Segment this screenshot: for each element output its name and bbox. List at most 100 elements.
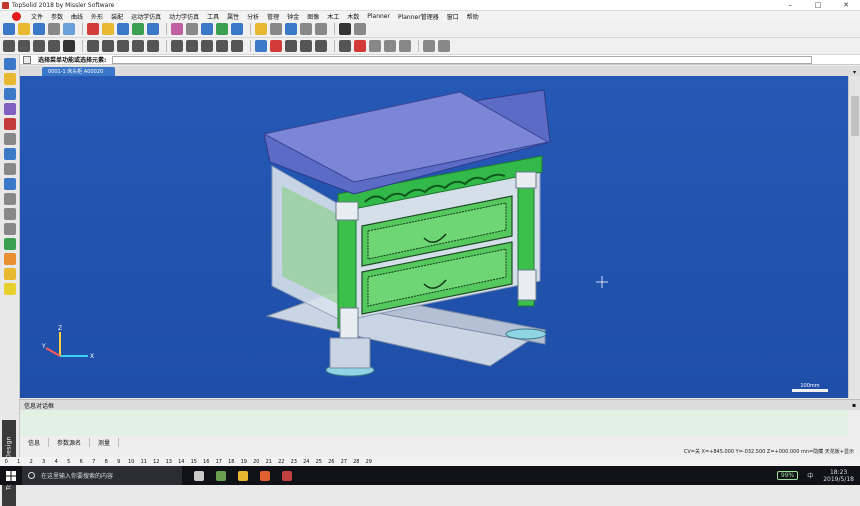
side-tool-icon[interactable] [3, 58, 16, 70]
drawing-tool-icon[interactable] [33, 40, 45, 52]
drawing-tool-icon[interactable] [132, 40, 144, 52]
battery-indicator[interactable]: 99% [776, 471, 799, 480]
taskbar-app-icon[interactable] [254, 466, 276, 485]
drawing-tool-icon[interactable] [384, 40, 396, 52]
maximize-button[interactable]: □ [804, 1, 832, 9]
drawing-tool-icon[interactable] [63, 40, 75, 52]
side-tool-icon[interactable] [3, 283, 16, 295]
layer-number[interactable]: 13 [163, 459, 176, 465]
menu-item[interactable]: Planner管理器 [394, 12, 443, 21]
side-tool-icon[interactable] [3, 88, 16, 100]
toolbar-tool-icon[interactable] [231, 23, 243, 35]
layer-number[interactable]: 6 [75, 459, 88, 465]
side-tool-icon[interactable] [3, 253, 16, 265]
toolbar-tool-icon[interactable] [87, 23, 99, 35]
layer-number[interactable]: 29 [363, 459, 376, 465]
layer-number[interactable]: 1 [13, 459, 26, 465]
tab-dropdown-icon[interactable]: ▾ [853, 69, 860, 76]
layer-number[interactable]: 9 [113, 459, 126, 465]
toolbar-tool-icon[interactable] [270, 23, 282, 35]
toolbar-tool-icon[interactable] [216, 23, 228, 35]
menu-item[interactable]: 木工 [323, 12, 343, 21]
drawing-tool-icon[interactable] [186, 40, 198, 52]
drawing-tool-icon[interactable] [300, 40, 312, 52]
layer-number[interactable]: 18 [225, 459, 238, 465]
side-tool-icon[interactable] [3, 223, 16, 235]
drawing-tool-icon[interactable] [315, 40, 327, 52]
menu-item[interactable]: Planner [363, 13, 394, 20]
drawing-tool-icon[interactable] [216, 40, 228, 52]
layer-number[interactable]: 27 [338, 459, 351, 465]
toolbar-tool-icon[interactable] [186, 23, 198, 35]
toolbar-tool-icon[interactable] [102, 23, 114, 35]
layer-number[interactable]: 25 [313, 459, 326, 465]
minimize-button[interactable]: – [776, 1, 804, 9]
drawing-tool-icon[interactable] [147, 40, 159, 52]
drawing-tool-icon[interactable] [255, 40, 267, 52]
menu-item[interactable]: 管理 [263, 12, 283, 21]
toolbar-tool-icon[interactable] [354, 23, 366, 35]
layer-number[interactable]: 23 [288, 459, 301, 465]
drawing-tool-icon[interactable] [285, 40, 297, 52]
layer-number[interactable]: 12 [150, 459, 163, 465]
layer-number[interactable]: 22 [275, 459, 288, 465]
taskbar-app-icon[interactable] [276, 466, 298, 485]
drawing-tool-icon[interactable] [117, 40, 129, 52]
side-tool-icon[interactable] [3, 103, 16, 115]
drawing-tool-icon[interactable] [399, 40, 411, 52]
side-tool-icon[interactable] [3, 208, 16, 220]
menu-item[interactable]: 窗口 [443, 12, 463, 21]
drawing-tool-icon[interactable] [339, 40, 351, 52]
taskbar-app-icon[interactable] [210, 466, 232, 485]
side-tool-icon[interactable] [3, 148, 16, 160]
topsolid-logo-icon[interactable] [12, 11, 21, 21]
toolbar-tool-icon[interactable] [255, 23, 267, 35]
layer-number[interactable]: 21 [263, 459, 276, 465]
input-language[interactable]: 中 [807, 471, 813, 480]
taskbar-app-icon[interactable] [232, 466, 254, 485]
side-tool-icon[interactable] [3, 178, 16, 190]
toolbar-tool-icon[interactable] [285, 23, 297, 35]
info-tab-info[interactable]: 信息 [20, 437, 50, 447]
drawing-tool-icon[interactable] [423, 40, 435, 52]
drawing-tool-icon[interactable] [87, 40, 99, 52]
menu-item[interactable]: 运动学仿真 [127, 12, 165, 21]
layer-number[interactable]: 28 [350, 459, 363, 465]
drawing-tool-icon[interactable] [102, 40, 114, 52]
drawing-tool-icon[interactable] [18, 40, 30, 52]
drawing-tool-icon[interactable] [369, 40, 381, 52]
layer-number[interactable]: 3 [38, 459, 51, 465]
toolbar-tool-icon[interactable] [48, 23, 60, 35]
drawing-tool-icon[interactable] [201, 40, 213, 52]
menu-item[interactable]: 图像 [303, 12, 323, 21]
taskbar-search-box[interactable]: 在这里输入你要搜索的内容 [22, 466, 182, 485]
graphics-viewport[interactable]: X Y Z 100mm [20, 76, 848, 398]
menu-item[interactable]: 工具 [203, 12, 223, 21]
side-tool-icon[interactable] [3, 268, 16, 280]
menu-item[interactable]: 参数 [47, 12, 67, 21]
toolbar-tool-icon[interactable] [33, 23, 45, 35]
taskbar-app-icon[interactable] [188, 466, 210, 485]
side-tool-icon[interactable] [3, 193, 16, 205]
menu-item[interactable]: 文件 [27, 12, 47, 21]
menu-item[interactable]: 属性 [223, 12, 243, 21]
drawing-tool-icon[interactable] [48, 40, 60, 52]
layer-number[interactable]: 24 [300, 459, 313, 465]
toolbar-tool-icon[interactable] [339, 23, 351, 35]
toolbar-tool-icon[interactable] [315, 23, 327, 35]
side-tool-icon[interactable] [3, 163, 16, 175]
drawing-tool-icon[interactable] [270, 40, 282, 52]
layer-number[interactable]: 4 [50, 459, 63, 465]
layer-number[interactable]: 8 [100, 459, 113, 465]
command-menu-icon[interactable] [23, 55, 31, 64]
menu-item[interactable]: 分析 [243, 12, 263, 21]
layer-number[interactable]: 20 [250, 459, 263, 465]
toolbar-tool-icon[interactable] [132, 23, 144, 35]
info-tab-params[interactable]: 参数源名 [49, 437, 91, 447]
layer-number[interactable]: 2 [25, 459, 38, 465]
toolbar-tool-icon[interactable] [147, 23, 159, 35]
side-tool-icon[interactable] [3, 238, 16, 250]
viewport-scrollbar[interactable] [848, 76, 860, 398]
layer-number[interactable]: 0 [0, 459, 13, 465]
layer-number[interactable]: 5 [63, 459, 76, 465]
